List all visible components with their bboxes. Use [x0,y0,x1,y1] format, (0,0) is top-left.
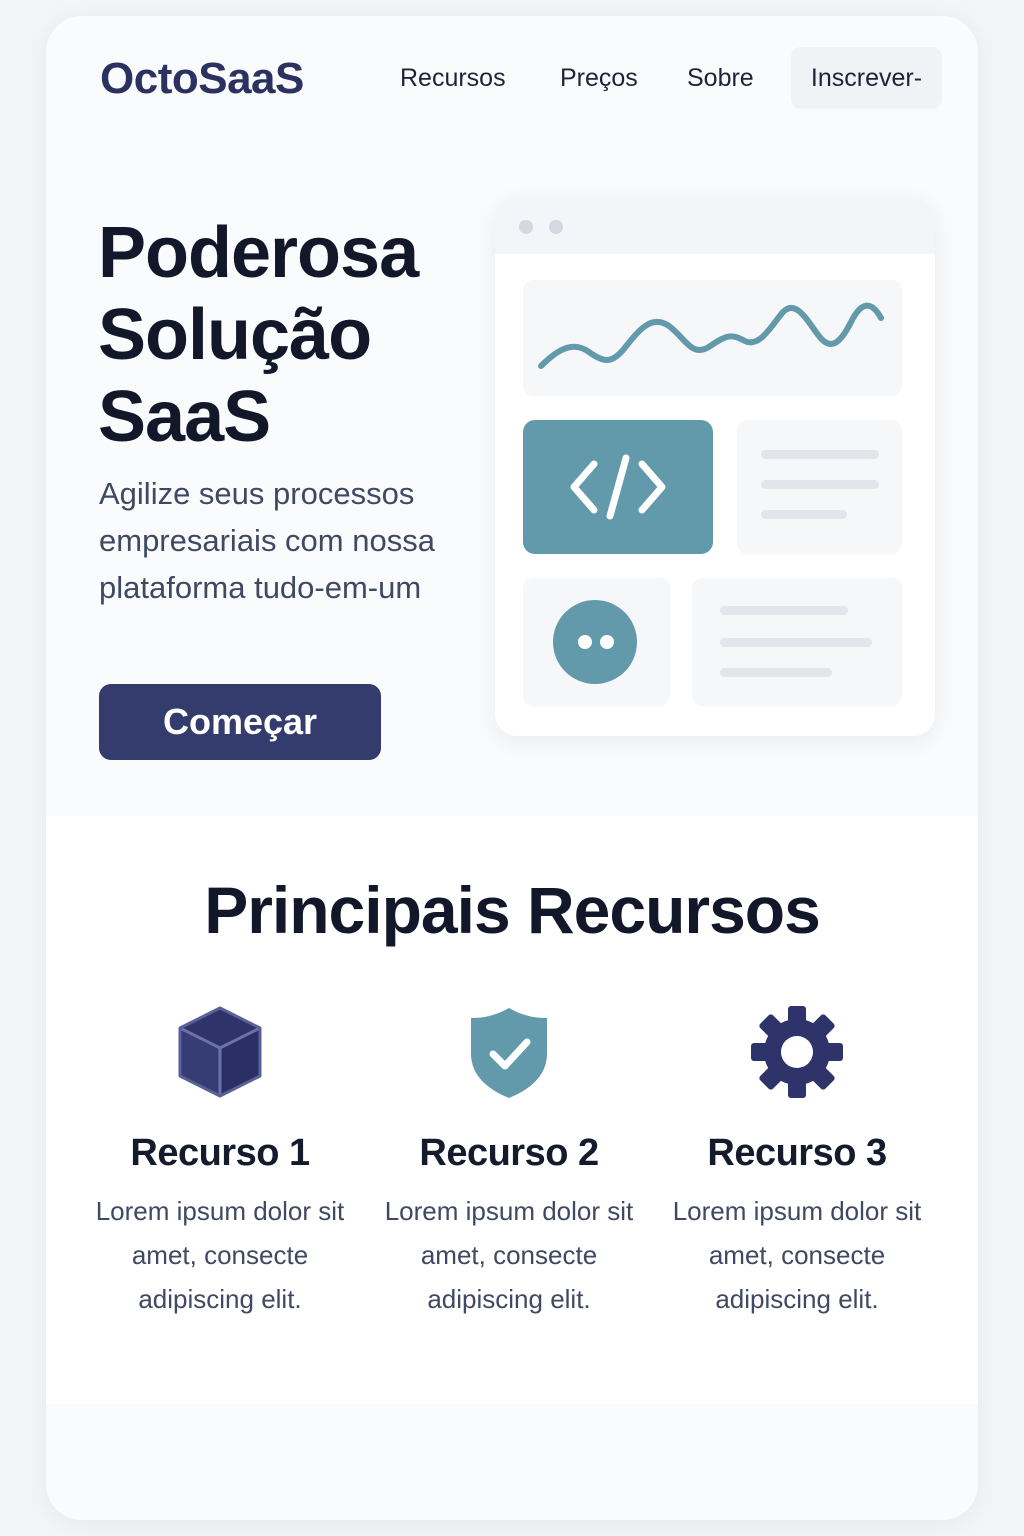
text-line-placeholder [720,668,832,677]
text-line-placeholder [761,450,879,459]
nav-link-precos[interactable]: Preços [560,64,638,93]
feature-description: Lorem ipsum dolor sit amet, consecte adi… [95,1196,345,1314]
avatar-panel [523,578,670,706]
feature-card: Recurso 2 Lorem ipsum dolor sit amet, co… [369,1002,649,1321]
text-line-placeholder [720,606,848,615]
feature-card: Recurso 1 Lorem ipsum dolor sit amet, co… [80,1002,360,1321]
text-line-placeholder [720,638,872,647]
feature-card: Recurso 3 Lorem ipsum dolor sit amet, co… [657,1002,937,1321]
gear-icon [747,1002,847,1102]
shield-check-icon [459,1002,559,1102]
features-title: Principais Recursos [204,873,821,947]
footer-area [46,1404,978,1520]
hero-subtitle: Agilize seus processos empresariais com … [99,476,435,605]
chat-bubble-icon [553,600,637,684]
feature-description: Lorem ipsum dolor sit amet, consecte adi… [384,1196,634,1314]
wave-chart-icon [538,302,884,369]
wave-chart-panel [523,280,902,396]
app-mockup-illustration [495,198,935,736]
logo[interactable]: OctoSaaS [100,54,304,104]
text-line-placeholder [761,510,847,519]
get-started-button[interactable]: Começar [99,684,381,760]
code-icon [570,454,666,520]
feature-title: Recurso 2 [419,1132,599,1174]
feature-description: Lorem ipsum dolor sit amet, consecte adi… [672,1196,922,1314]
hero-title-line: Poderosa [98,213,419,293]
window-dot-icon [549,220,563,234]
window-dot-icon [519,220,533,234]
hero-title: Poderosa Solução SaaS [98,212,478,458]
feature-title: Recurso 1 [130,1132,310,1174]
hero-title-line: SaaS [98,377,271,457]
feature-title: Recurso 3 [707,1132,887,1174]
signup-button[interactable]: Inscrever- [791,47,942,109]
nav-link-sobre[interactable]: Sobre [687,64,754,93]
mockup-titlebar [495,198,935,254]
text-lines-panel [692,578,902,706]
nav-link-recursos[interactable]: Recursos [400,64,506,93]
cube-icon [170,1002,270,1102]
code-panel [523,420,713,554]
hero-title-line: Solução [98,295,372,375]
text-line-placeholder [761,480,879,489]
text-lines-panel [737,420,902,554]
page-card: OctoSaaS Recursos Preços Sobre Inscrever… [46,16,978,1520]
